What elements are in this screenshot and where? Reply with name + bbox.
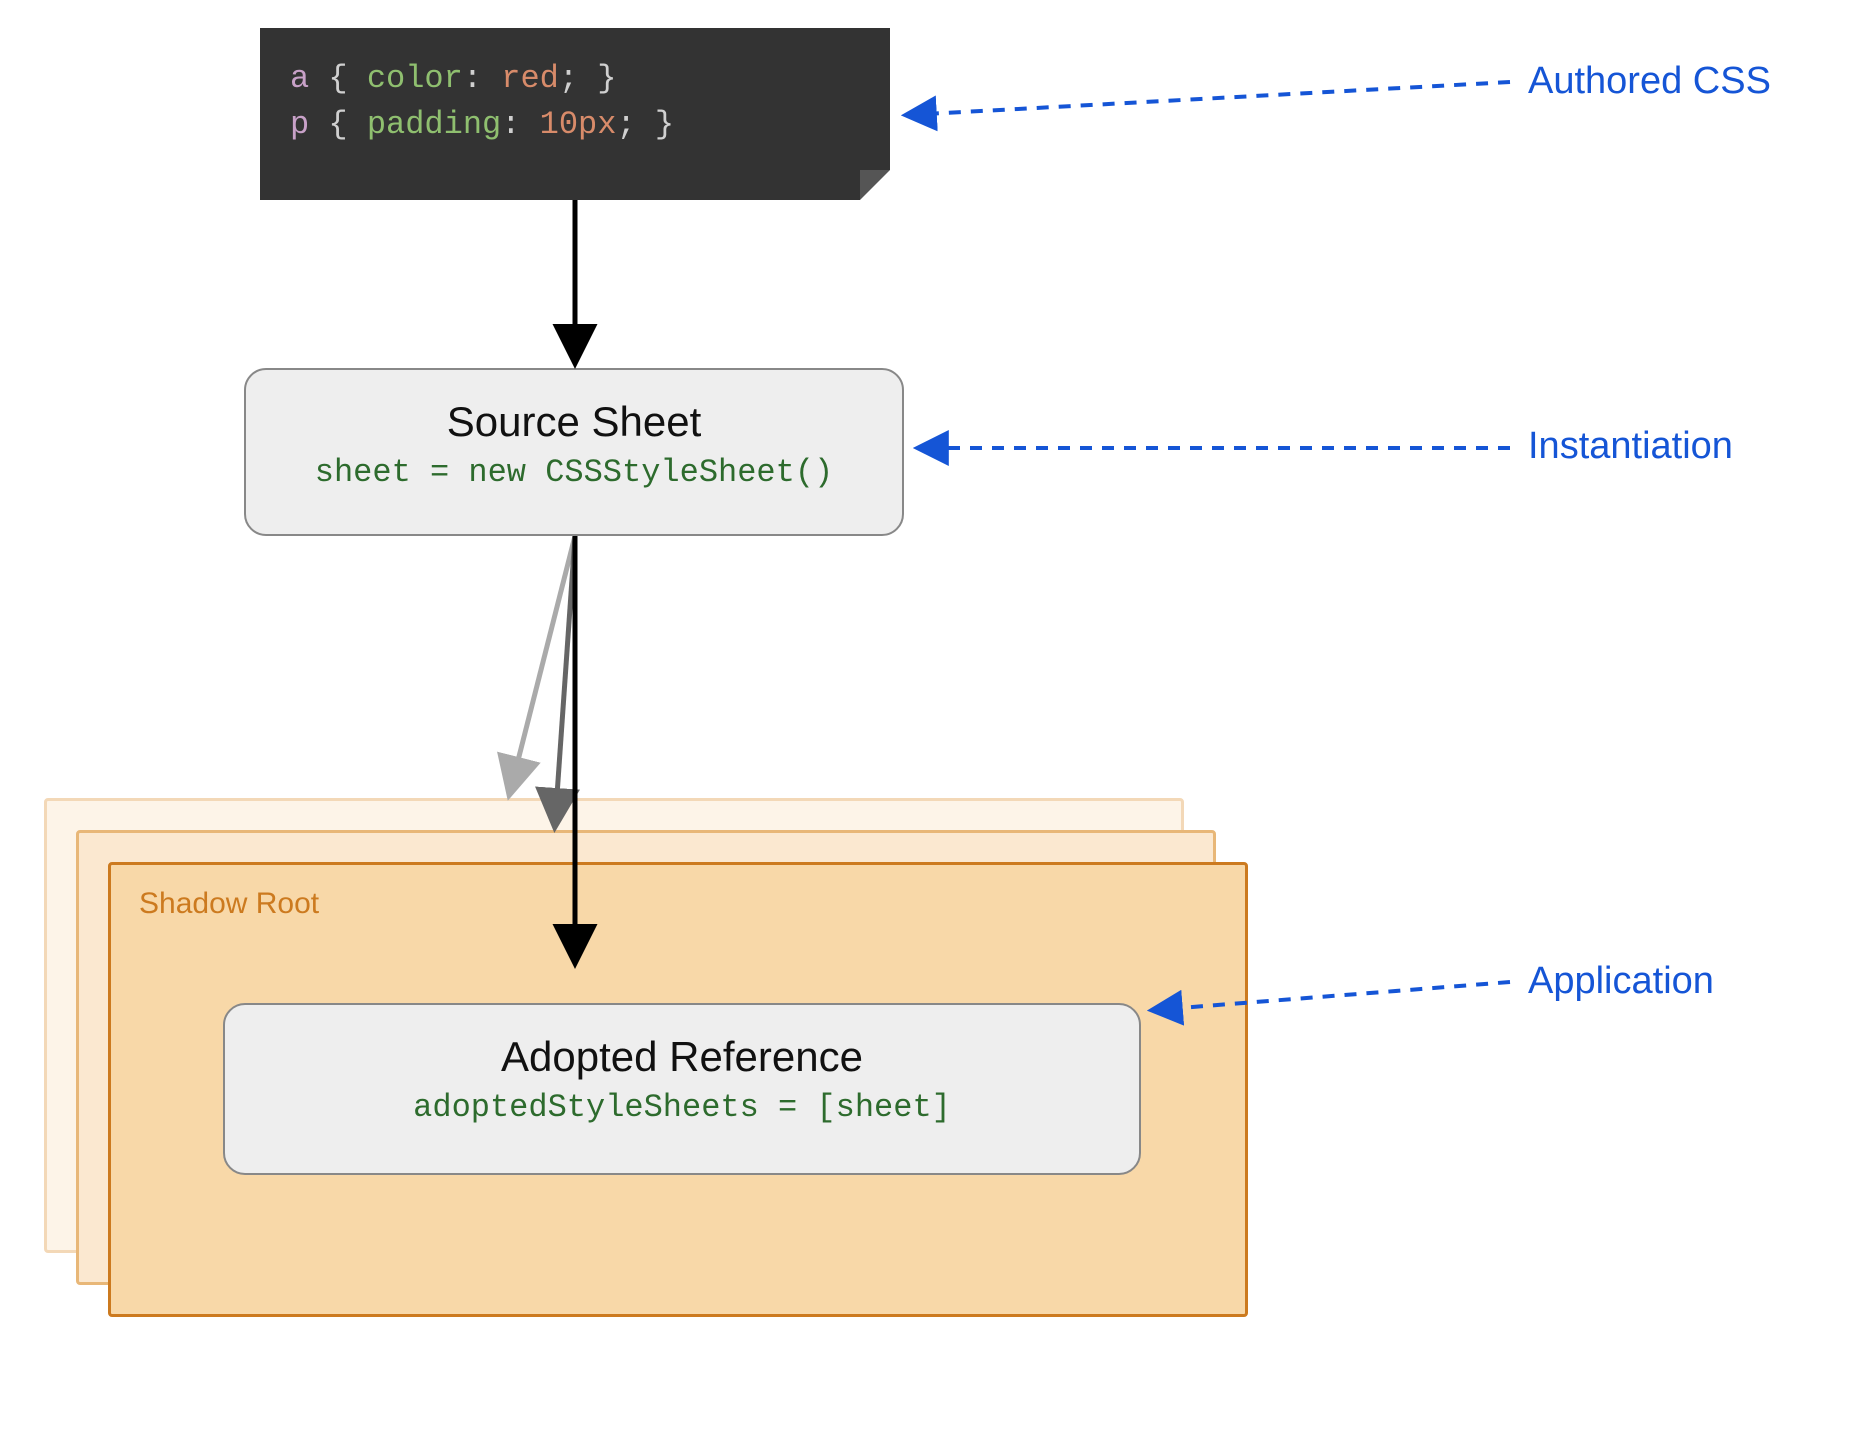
source-sheet-box: Source Sheet sheet = new CSSStyleSheet() (244, 368, 904, 536)
annotation-authored-css: Authored CSS (1528, 60, 1771, 103)
source-sheet-code: sheet = new CSSStyleSheet() (246, 454, 902, 491)
authored-css-box: a { color: red; } p { padding: 10px; } (260, 28, 890, 200)
code-line-2: p { padding: 10px; } (290, 102, 860, 148)
annotation-application: Application (1528, 960, 1714, 1003)
adopted-reference-box: Adopted Reference adoptedStyleSheets = [… (223, 1003, 1141, 1175)
code-line-1: a { color: red; } (290, 56, 860, 102)
annotation-arrow-authored (908, 82, 1510, 115)
page-fold-icon (860, 170, 890, 200)
code-semi: ; (559, 60, 597, 97)
adopted-reference-code: adoptedStyleSheets = [sheet] (225, 1089, 1139, 1126)
source-sheet-title: Source Sheet (246, 398, 902, 446)
arrow-source-to-shadow-mid (555, 536, 575, 824)
annotation-instantiation: Instantiation (1528, 425, 1733, 468)
code-selector: p (290, 106, 309, 143)
shadow-root-label: Shadow Root (139, 887, 1217, 921)
code-brace-close: } (655, 106, 674, 143)
code-semi: ; (616, 106, 654, 143)
code-property: color (367, 60, 463, 97)
code-brace: { (309, 60, 367, 97)
code-brace: { (309, 106, 367, 143)
code-colon: : (501, 106, 539, 143)
shadow-root-stack: Shadow Root Adopted Reference adoptedSty… (44, 798, 1248, 1308)
code-selector: a (290, 60, 309, 97)
shadow-root-card-front: Shadow Root Adopted Reference adoptedSty… (108, 862, 1248, 1317)
code-property: padding (367, 106, 501, 143)
code-value: 10px (540, 106, 617, 143)
code-colon: : (463, 60, 501, 97)
diagram-canvas: a { color: red; } p { padding: 10px; } S… (0, 0, 1874, 1430)
adopted-reference-title: Adopted Reference (225, 1033, 1139, 1081)
arrow-source-to-shadow-back (510, 536, 575, 792)
code-value: red (501, 60, 559, 97)
code-brace-close: } (597, 60, 616, 97)
